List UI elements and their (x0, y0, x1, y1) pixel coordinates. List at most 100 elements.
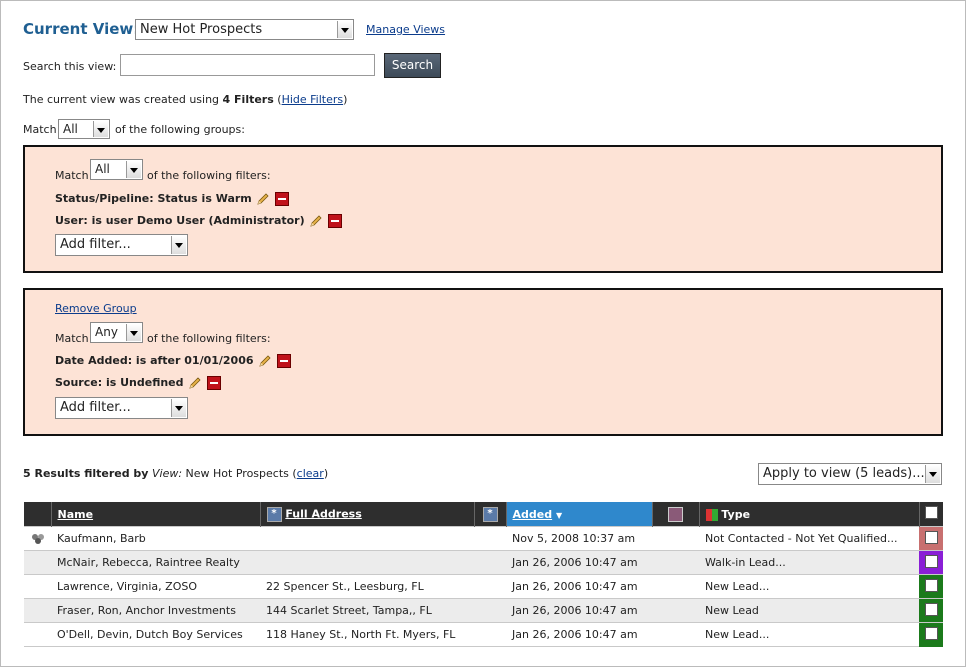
group-match-label: Match (55, 332, 89, 345)
match-groups-value: All (63, 122, 78, 136)
cell-type: Not Contacted - Not Yet Qualified... (699, 526, 919, 551)
table-row[interactable]: McNair, Rebecca, Raintree Realty Jan 26,… (24, 550, 943, 575)
cell-added: Jan 26, 2006 10:47 am (506, 574, 652, 599)
edit-pencil-icon[interactable] (308, 213, 324, 229)
filter-row: Date Added: is after 01/01/2006 (55, 353, 291, 369)
filter-label: User: is user Demo User (Administrator) (55, 214, 305, 227)
results-summary: 5 Results filtered by View: New Hot Pros… (23, 467, 328, 480)
header-name[interactable]: Name (51, 502, 261, 527)
filter-row: User: is user Demo User (Administrator) (55, 213, 342, 229)
cell-added: Jan 26, 2006 10:47 am (506, 622, 652, 647)
search-button[interactable]: Search (384, 53, 441, 78)
group-match-suffix: of the following filters: (147, 332, 271, 345)
cell-type: Walk-in Lead... (699, 550, 919, 575)
cell-name[interactable]: Lawrence, Virginia, ZOSO (51, 574, 260, 599)
add-filter-value: Add filter... (60, 400, 131, 415)
table-row[interactable]: Fraser, Ron, Anchor Investments 144 Scar… (24, 598, 943, 623)
current-view-label: Current View: (23, 20, 140, 38)
cell-empty (474, 598, 506, 623)
cell-empty (652, 550, 699, 575)
match-groups-suffix: of the following groups: (115, 123, 245, 136)
results-table: Name * Full Address * Added ▼ Type Kaufm… (24, 502, 943, 647)
header-address[interactable]: * Full Address (260, 502, 475, 527)
header-added-label[interactable]: Added (513, 508, 553, 521)
header-type[interactable]: Type (699, 502, 920, 527)
header-select-all[interactable] (919, 502, 943, 527)
asterisk-icon: * (482, 507, 498, 522)
header-name-label[interactable]: Name (58, 508, 94, 521)
match-groups-select[interactable]: All (58, 119, 110, 139)
results-view-label: View: (151, 467, 183, 480)
filter-label: Date Added: is after 01/01/2006 (55, 354, 254, 367)
edit-pencil-icon[interactable] (187, 375, 203, 391)
cell-empty (474, 574, 506, 599)
search-input[interactable] (120, 54, 375, 76)
cell-empty (24, 598, 51, 623)
cell-row-select (919, 526, 943, 551)
cell-name[interactable]: Kaufmann, Barb (51, 526, 260, 551)
remove-filter-button[interactable] (206, 376, 221, 390)
table-row[interactable]: O'Dell, Devin, Dutch Boy Services 118 Ha… (24, 622, 943, 647)
edit-pencil-icon[interactable] (255, 191, 271, 207)
group-match-select[interactable]: All (90, 159, 143, 180)
cell-type: New Lead... (699, 622, 919, 647)
clear-link[interactable]: clear (297, 467, 324, 480)
cell-added: Jan 26, 2006 10:47 am (506, 550, 652, 575)
select-all-checkbox[interactable] (924, 506, 938, 519)
add-filter-select[interactable]: Add filter... (55, 397, 188, 419)
remove-group-link[interactable]: Remove Group (55, 302, 137, 315)
header-type-label: Type (721, 507, 751, 521)
remove-filter-button[interactable] (327, 214, 342, 228)
row-checkbox[interactable] (924, 554, 938, 568)
apply-to-view-select[interactable]: Apply to view (5 leads)... (758, 463, 942, 485)
header-user-column[interactable] (652, 502, 700, 527)
add-filter-select[interactable]: Add filter... (55, 234, 188, 256)
cell-address: 144 Scarlet Street, Tampa,, FL (260, 598, 474, 623)
merge-icon[interactable] (30, 533, 46, 545)
filters-count: 4 Filters (222, 93, 274, 106)
results-count: 5 Results filtered by (23, 467, 149, 480)
filter-row: Source: is Undefined (55, 375, 221, 391)
cell-empty (652, 574, 699, 599)
view-select-value: New Hot Prospects (140, 22, 263, 37)
manage-views-link[interactable]: Manage Views (366, 23, 445, 36)
color-grid-icon (705, 508, 718, 521)
table-header: Name * Full Address * Added ▼ Type (24, 502, 943, 527)
header-asterisk-column[interactable]: * (474, 502, 507, 527)
filters-info-prefix: The current view was created using (23, 93, 220, 106)
header-address-label[interactable]: Full Address (285, 507, 361, 520)
match-groups-label: Match (23, 123, 57, 136)
table-row[interactable]: Kaufmann, Barb Nov 5, 2008 10:37 am Not … (24, 526, 943, 551)
asterisk-icon: * (266, 506, 282, 522)
results-view-name: New Hot Prospects (185, 467, 289, 480)
remove-filter-button[interactable] (274, 192, 289, 206)
user-icon (668, 506, 683, 522)
view-select[interactable]: New Hot Prospects (135, 19, 354, 40)
cell-type: New Lead... (699, 574, 919, 599)
edit-pencil-icon[interactable] (257, 353, 273, 369)
cell-name[interactable]: Fraser, Ron, Anchor Investments (51, 598, 260, 623)
cell-empty (24, 574, 51, 599)
cell-empty (474, 622, 506, 647)
cell-name[interactable]: O'Dell, Devin, Dutch Boy Services (51, 622, 260, 647)
hide-filters-link[interactable]: Hide Filters (282, 93, 344, 106)
cell-row-select (919, 622, 943, 647)
cell-added: Jan 26, 2006 10:47 am (506, 598, 652, 623)
table-row[interactable]: Lawrence, Virginia, ZOSO 22 Spencer St.,… (24, 574, 943, 599)
header-added[interactable]: Added ▼ (506, 502, 653, 527)
row-checkbox[interactable] (924, 602, 938, 616)
cell-empty (24, 622, 51, 647)
cell-empty (652, 622, 699, 647)
cell-name[interactable]: McNair, Rebecca, Raintree Realty (51, 550, 260, 575)
remove-filter-button[interactable] (276, 354, 291, 368)
group-match-value: All (95, 162, 110, 176)
group-match-select[interactable]: Any (90, 322, 143, 343)
chevron-down-icon (337, 21, 352, 38)
header-icon-cell (24, 502, 52, 527)
paren-close: ) (343, 93, 348, 106)
cell-row-select (919, 598, 943, 623)
row-checkbox[interactable] (924, 626, 938, 640)
row-checkbox[interactable] (924, 530, 938, 544)
row-checkbox[interactable] (924, 578, 938, 592)
filter-label: Status/Pipeline: Status is Warm (55, 192, 252, 205)
